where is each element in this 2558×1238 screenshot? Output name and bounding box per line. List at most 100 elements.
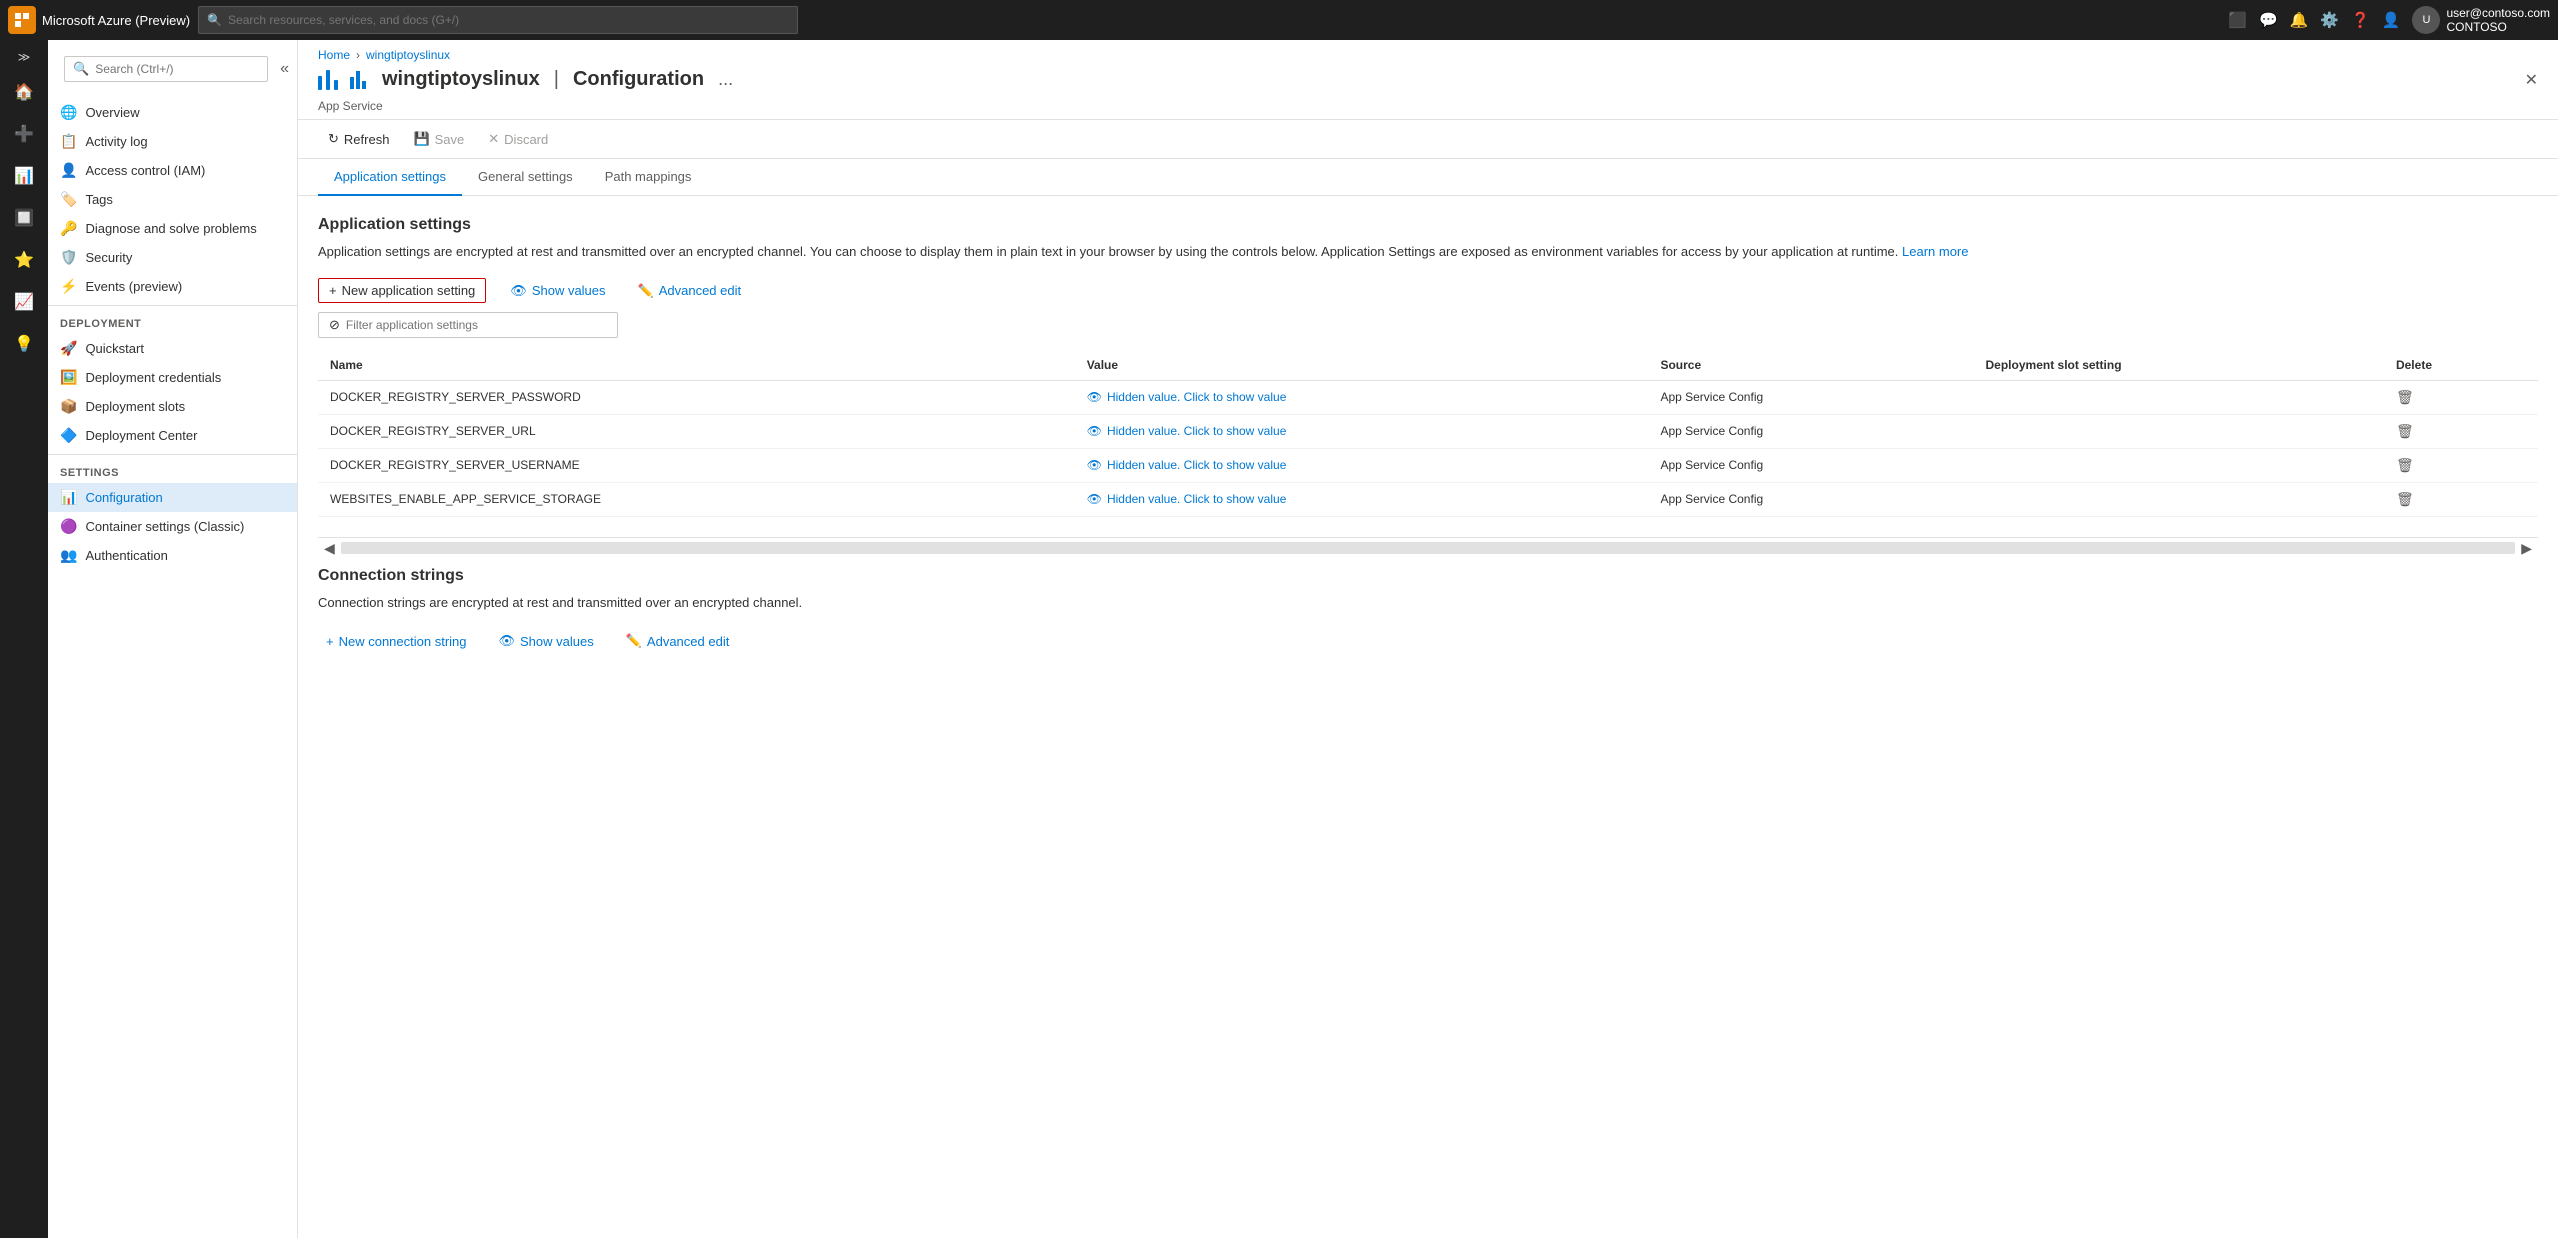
sidebar-item-access-control[interactable]: 👤 Access control (IAM) [48,156,297,185]
conn-show-values-label: Show values [520,634,594,649]
search-input[interactable] [228,13,789,27]
breadcrumb: Home › wingtiptoyslinux [318,48,2538,62]
conn-advanced-edit-button[interactable]: ✏️ Advanced edit [618,628,738,654]
sidebar-item-label: Tags [85,192,112,207]
sidebar-item-deployment-credentials[interactable]: 🖼️ Deployment credentials [48,363,297,392]
authentication-icon: 👥 [60,547,77,564]
sidebar-item-configuration[interactable]: 📊 Configuration [48,483,297,512]
app-layout: ≫ 🏠 ➕ 📊 🔲 ⭐ 📈 💡 🔍 « 🌐 Overview 📋 Activit… [0,40,2558,1238]
breadcrumb-resource[interactable]: wingtiptoyslinux [366,48,450,62]
create-icon[interactable]: ➕ [4,114,44,154]
sidebar-item-quickstart[interactable]: 🚀 Quickstart [48,334,297,363]
main-content: Home › wingtiptoyslinux wingtiptoyslinux… [298,40,2558,1238]
help-icon[interactable]: ❓ [2351,11,2370,29]
refresh-button[interactable]: ↻ Refresh [318,126,399,152]
scroll-track[interactable] [341,542,2515,554]
setting-source: App Service Config [1648,414,1973,448]
sidebar-collapse-icon[interactable]: « [280,60,289,78]
sidebar-item-label: Container settings (Classic) [85,519,244,534]
container-settings-icon: 🟣 [60,518,77,535]
notifications-icon[interactable]: 🔔 [2290,11,2309,29]
user-menu[interactable]: U user@contoso.com CONTOSO [2412,6,2550,34]
sidebar-search[interactable]: 🔍 [64,56,268,82]
hidden-value-link[interactable]: 👁 Hidden value. Click to show value [1087,424,1637,438]
search-bar[interactable]: 🔍 [198,6,798,34]
monitor-icon[interactable]: 📈 [4,282,44,322]
sidebar-item-overview[interactable]: 🌐 Overview [48,98,297,127]
app-icon-bars [350,71,366,89]
table-header-row: Name Value Source Deployment slot settin… [318,350,2538,381]
profile-icon[interactable]: 👤 [2382,11,2401,29]
sidebar-item-deployment-center[interactable]: 🔷 Deployment Center [48,421,297,450]
support-icon[interactable]: 💡 [4,324,44,364]
horizontal-scrollbar[interactable]: ◀ ▶ [318,537,2538,559]
scroll-right-icon[interactable]: ▶ [2515,538,2538,559]
sidebar-search-input[interactable] [95,62,259,76]
filter-input[interactable] [346,318,607,332]
sidebar-item-activity-log[interactable]: 📋 Activity log [48,127,297,156]
advanced-edit-button[interactable]: ✏️ Advanced edit [630,278,750,304]
tab-general-settings[interactable]: General settings [462,159,589,196]
plus-icon: + [329,283,337,298]
sidebar-item-security[interactable]: 🛡️ Security [48,243,297,272]
new-connection-label: New connection string [339,634,467,649]
access-control-icon: 👤 [60,162,77,179]
sidebar-item-authentication[interactable]: 👥 Authentication [48,541,297,570]
breadcrumb-home[interactable]: Home [318,48,350,62]
pencil-icon: ✏️ [626,633,642,649]
sidebar-item-container-settings[interactable]: 🟣 Container settings (Classic) [48,512,297,541]
save-button[interactable]: 💾 Save [403,126,474,152]
settings-icon[interactable]: ⚙️ [2320,11,2339,29]
tab-path-mappings[interactable]: Path mappings [589,159,708,196]
setting-delete: 🗑 [2384,448,2538,482]
conn-advanced-edit-label: Advanced edit [647,634,729,649]
close-button[interactable]: ✕ [2525,70,2538,90]
scroll-left-icon[interactable]: ◀ [318,538,341,559]
dashboard-icon[interactable]: 📊 [4,156,44,196]
sidebar-item-deployment-slots[interactable]: 📦 Deployment slots [48,392,297,421]
conn-show-values-button[interactable]: 👁 Show values [491,628,602,654]
activity-log-icon: 📋 [60,133,77,150]
sidebar-item-events[interactable]: ⚡ Events (preview) [48,272,297,301]
deployment-slots-icon: 📦 [60,398,77,415]
plus-icon: + [326,634,334,649]
sidebar-item-label: Quickstart [85,341,144,356]
tab-application-settings[interactable]: Application settings [318,159,462,196]
sidebar-item-label: Deployment credentials [85,370,221,385]
cloud-shell-icon[interactable]: ⬛ [2228,11,2247,29]
filter-bar[interactable]: ⊘ [318,312,618,338]
table-row: DOCKER_REGISTRY_SERVER_PASSWORD 👁 Hidden… [318,380,2538,414]
delete-button[interactable]: 🗑 [2396,389,2414,405]
eye-icon: 👁 [499,633,516,649]
brand-label: Microsoft Azure (Preview) [42,13,190,28]
toolbar: ↻ Refresh 💾 Save ✕ Discard [298,120,2558,159]
hidden-value-link[interactable]: 👁 Hidden value. Click to show value [1087,390,1637,404]
deployment-credentials-icon: 🖼️ [60,369,77,386]
setting-value: 👁 Hidden value. Click to show value [1075,448,1649,482]
sidebar-item-tags[interactable]: 🏷️ Tags [48,185,297,214]
sidebar-item-diagnose[interactable]: 🔑 Diagnose and solve problems [48,214,297,243]
new-app-setting-button[interactable]: + New application setting [318,278,486,303]
search-icon: 🔍 [207,13,222,27]
setting-name: WEBSITES_ENABLE_APP_SERVICE_STORAGE [318,482,1075,516]
sidebar-divider-deployment [48,305,297,306]
hidden-value-link[interactable]: 👁 Hidden value. Click to show value [1087,492,1637,506]
new-connection-string-button[interactable]: + New connection string [318,629,475,654]
delete-button[interactable]: 🗑 [2396,491,2414,507]
delete-button[interactable]: 🗑 [2396,457,2414,473]
connection-action-bar: + New connection string 👁 Show values ✏️… [318,628,2538,654]
col-value: Value [1075,350,1649,381]
learn-more-link[interactable]: Learn more [1902,244,1968,259]
resources-icon[interactable]: 🔲 [4,198,44,238]
hidden-value-link[interactable]: 👁 Hidden value. Click to show value [1087,458,1637,472]
setting-delete: 🗑 [2384,414,2538,448]
expand-icon[interactable]: ≫ [12,44,37,70]
more-options-icon[interactable]: ... [718,69,733,90]
overview-icon: 🌐 [60,104,77,121]
feedback-icon[interactable]: 💬 [2259,11,2278,29]
home-icon[interactable]: 🏠 [4,72,44,112]
show-values-button[interactable]: 👁 Show values [502,278,613,304]
discard-button[interactable]: ✕ Discard [478,126,558,152]
delete-button[interactable]: 🗑 [2396,423,2414,439]
favorites-icon[interactable]: ⭐ [4,240,44,280]
